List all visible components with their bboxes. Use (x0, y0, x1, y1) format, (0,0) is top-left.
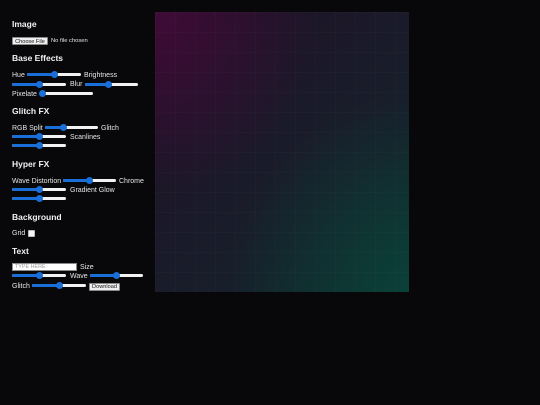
grid-label: Grid (12, 230, 26, 237)
canvas-grid-overlay (155, 12, 409, 292)
brightness-slider[interactable] (12, 81, 66, 88)
rgb-split-slider[interactable] (45, 124, 98, 131)
section-heading-base-effects: Base Effects (12, 53, 64, 63)
rgb-split-label: RGB Split (12, 125, 43, 132)
text-wave-slider[interactable] (90, 272, 143, 279)
grid-checkbox[interactable] (28, 230, 35, 237)
glitch-label: Glitch (101, 125, 119, 132)
gradient-glow-label: Gradient Glow (70, 187, 115, 194)
glitch-slider[interactable] (12, 133, 66, 140)
text-input[interactable] (12, 263, 77, 271)
section-heading-background: Background (12, 212, 62, 222)
chrome-slider[interactable] (12, 186, 66, 193)
section-heading-image: Image (12, 19, 37, 29)
file-status-text: No file chosen (51, 38, 88, 44)
text-wave-label: Wave (70, 273, 88, 280)
hue-slider[interactable] (27, 71, 81, 78)
pixelate-slider[interactable] (38, 90, 93, 97)
text-size-slider[interactable] (12, 272, 66, 279)
section-heading-glitch-fx: Glitch FX (12, 106, 50, 116)
section-heading-text: Text (12, 246, 29, 256)
wave-distortion-slider[interactable] (63, 177, 116, 184)
blur-slider[interactable] (85, 81, 138, 88)
wave-distortion-label: Wave Distortion (12, 178, 62, 185)
preview-canvas[interactable] (155, 12, 409, 292)
gradient-glow-slider[interactable] (12, 195, 66, 202)
choose-file-button[interactable]: Choose File (12, 37, 48, 45)
text-glitch-label: Glitch (12, 283, 30, 290)
pixelate-label: Pixelate (12, 91, 37, 98)
chrome-label: Chrome (119, 178, 144, 185)
section-heading-hyper-fx: Hyper FX (12, 159, 50, 169)
brightness-label: Brightness (84, 72, 118, 79)
text-glitch-slider[interactable] (32, 282, 86, 289)
hue-label: Hue (12, 72, 25, 79)
text-size-label: Size (80, 264, 94, 271)
blur-label: Blur (70, 81, 83, 88)
download-button[interactable]: Download (89, 283, 120, 291)
scanlines-slider[interactable] (12, 142, 66, 149)
scanlines-label: Scanlines (70, 134, 101, 141)
